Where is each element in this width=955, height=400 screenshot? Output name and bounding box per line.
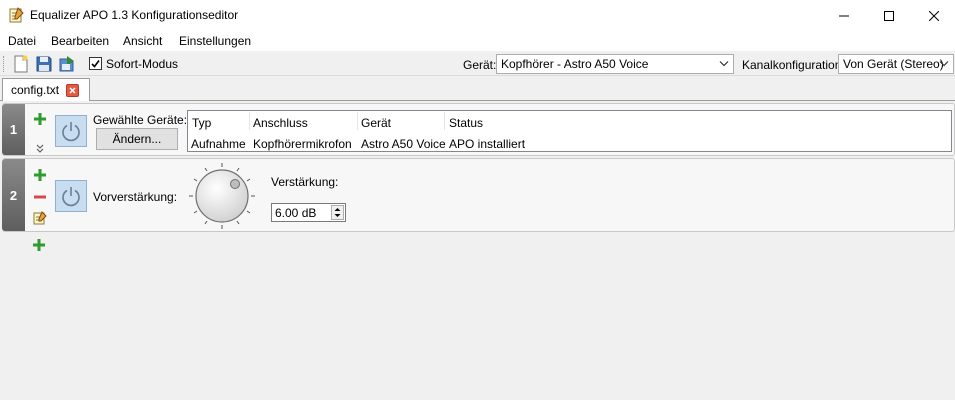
tab-strip: config.txt <box>0 76 955 102</box>
save-icon[interactable] <box>35 55 53 73</box>
channel-config-value: Von Gerät (Stereo) <box>843 57 944 71</box>
add-filter-icon[interactable] <box>33 239 45 251</box>
menu-einstellungen[interactable]: Einstellungen <box>179 34 251 48</box>
table-header-status[interactable]: Status <box>449 116 483 130</box>
chevron-down-icon <box>719 61 729 67</box>
minimize-icon <box>839 15 849 16</box>
chevron-down-icon <box>939 61 949 67</box>
filter-area: 1 Gewählte Geräte: Ändern... Typ Anschlu… <box>0 101 955 400</box>
gain-knob[interactable] <box>188 162 256 230</box>
close-icon <box>929 10 939 21</box>
add-filter-icon[interactable] <box>34 169 46 181</box>
power-toggle[interactable] <box>55 115 87 147</box>
checkmark-icon <box>91 60 100 68</box>
close-button[interactable] <box>911 0 955 31</box>
instant-mode-label[interactable]: Sofort-Modus <box>106 57 178 71</box>
gain-spinbox[interactable]: 6.00 dB <box>271 203 346 222</box>
instant-mode-checkbox[interactable] <box>89 57 102 70</box>
open-icon[interactable] <box>58 55 76 73</box>
close-icon <box>69 87 76 94</box>
power-toggle[interactable] <box>55 180 87 212</box>
menu-bar: Datei Bearbeiten Ansicht Einstellungen <box>0 31 955 51</box>
device-select-value: Kopfhörer - Astro A50 Voice <box>501 57 649 71</box>
tab-label: config.txt <box>11 83 60 97</box>
add-filter-icon[interactable] <box>34 113 46 125</box>
device-label: Gerät: <box>463 58 497 72</box>
gain-value: 6.00 dB <box>275 206 317 220</box>
filter-row-preamp: 2 Vorverstärkung: Verstärkung: <box>2 158 955 232</box>
preamp-label: Vorverstärkung: <box>93 190 178 204</box>
channel-config-label: Kanalkonfiguration: <box>742 58 845 72</box>
row-number: 2 <box>2 159 25 231</box>
gain-label: Verstärkung: <box>271 175 339 189</box>
expand-icon[interactable] <box>35 144 45 154</box>
power-icon <box>62 122 80 142</box>
filter-row-devices: 1 Gewählte Geräte: Ändern... Typ Anschlu… <box>2 103 955 156</box>
menu-datei[interactable]: Datei <box>8 34 36 48</box>
maximize-button[interactable] <box>866 0 912 31</box>
cell-geraet: Astro A50 Voice <box>361 137 446 151</box>
channel-config-select[interactable]: Von Gerät (Stereo) <box>838 54 954 74</box>
device-select[interactable]: Kopfhörer - Astro A50 Voice <box>496 54 734 74</box>
cell-anschluss: Kopfhörermikrofon <box>253 137 352 151</box>
edit-icon[interactable] <box>33 211 47 225</box>
table-header-geraet[interactable]: Gerät <box>361 116 391 130</box>
tab-close-button[interactable] <box>66 84 79 97</box>
cell-typ: Aufnahme <box>191 137 246 151</box>
title-bar: Equalizer APO 1.3 Konfigurationseditor <box>0 0 955 31</box>
device-table: Typ Anschluss Gerät Status Aufnahme Kopf… <box>187 110 952 152</box>
table-header-anschluss[interactable]: Anschluss <box>253 116 308 130</box>
maximize-icon <box>884 10 894 21</box>
tab-config-txt[interactable]: config.txt <box>2 78 90 102</box>
table-header-typ[interactable]: Typ <box>192 116 211 130</box>
selected-devices-label: Gewählte Geräte: <box>93 113 188 127</box>
new-file-icon[interactable] <box>12 55 30 73</box>
minimize-button[interactable] <box>821 0 867 31</box>
change-devices-button[interactable]: Ändern... <box>96 128 178 150</box>
row-number: 1 <box>2 104 25 155</box>
remove-filter-icon[interactable] <box>34 191 46 203</box>
menu-ansicht[interactable]: Ansicht <box>123 34 162 48</box>
toolbar-grip <box>3 56 6 72</box>
power-icon <box>62 187 80 207</box>
spinner-arrows-icon <box>334 208 341 217</box>
window-title: Equalizer APO 1.3 Konfigurationseditor <box>30 8 239 22</box>
notepad-icon <box>9 7 24 23</box>
menu-bearbeiten[interactable]: Bearbeiten <box>51 34 109 48</box>
gain-spinner-buttons[interactable] <box>331 205 344 220</box>
cell-status: APO installiert <box>449 137 526 151</box>
